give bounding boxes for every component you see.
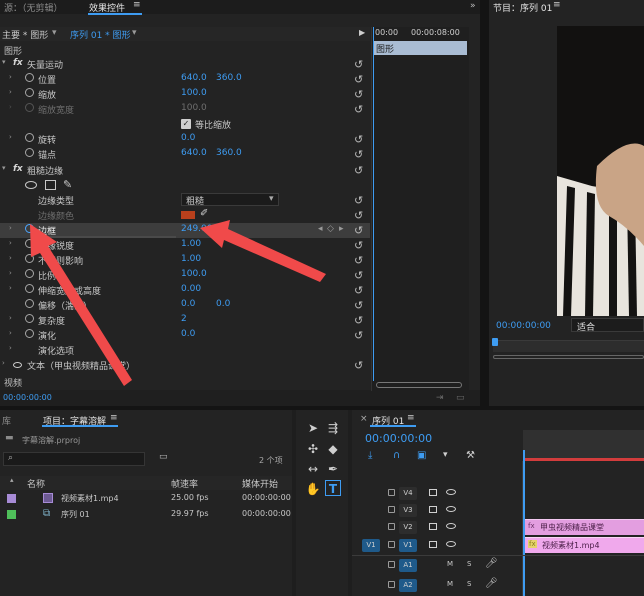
annotation-arrows [30, 220, 326, 386]
red-arrow-left [30, 224, 132, 386]
red-arrow-right [200, 220, 326, 282]
